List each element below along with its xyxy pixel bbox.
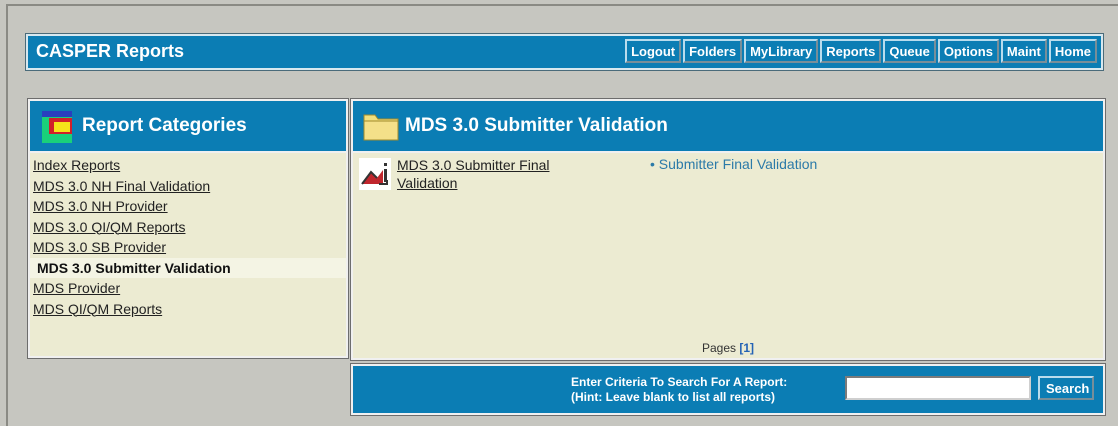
category-item-index-reports[interactable]: Index Reports: [30, 155, 346, 176]
report-icon: [359, 158, 391, 190]
nav-bar: Logout Folders MyLibrary Reports Queue O…: [625, 39, 1097, 63]
report-row: MDS 3.0 Submitter Final Validation • Sub…: [357, 156, 1097, 206]
nav-queue-button[interactable]: Queue: [883, 39, 936, 63]
category-item-mds30-nh-final-validation[interactable]: MDS 3.0 NH Final Validation: [30, 176, 346, 197]
search-prompt: Enter Criteria To Search For A Report:: [571, 375, 788, 389]
bullet-icon: •: [650, 156, 659, 172]
search-hint: (Hint: Leave blank to list all reports): [571, 390, 776, 404]
reports-panel-header: MDS 3.0 Submitter Validation: [353, 101, 1103, 153]
reports-panel: MDS 3.0 Submitter Validation MDS 3.0 Sub…: [350, 98, 1106, 361]
report-sub-link[interactable]: • Submitter Final Validation: [650, 156, 817, 172]
nav-home-button[interactable]: Home: [1048, 39, 1097, 63]
category-item-mds30-submitter-validation: MDS 3.0 Submitter Validation: [30, 257, 346, 278]
nav-mylibrary-button[interactable]: MyLibrary: [744, 39, 819, 63]
pagination: Pages [1]: [353, 341, 1103, 355]
category-item-mds-qiqm-reports[interactable]: MDS QI/QM Reports: [30, 299, 346, 320]
reports-panel-title: MDS 3.0 Submitter Validation: [405, 115, 668, 136]
category-item-mds30-sb-provider[interactable]: MDS 3.0 SB Provider: [30, 237, 346, 258]
report-categories-header: Report Categories: [30, 101, 346, 153]
app-title: CASPER Reports: [36, 41, 185, 61]
nav-options-button[interactable]: Options: [937, 39, 999, 63]
category-item-mds30-nh-provider[interactable]: MDS 3.0 NH Provider: [30, 196, 346, 217]
category-list: Index Reports MDS 3.0 NH Final Validatio…: [30, 153, 346, 319]
pages-label: Pages: [701, 341, 736, 355]
search-bar: Enter Criteria To Search For A Report: (…: [350, 363, 1106, 416]
page-number-link[interactable]: [1]: [739, 341, 754, 355]
report-sub-link-label[interactable]: Submitter Final Validation: [659, 156, 817, 172]
categories-folder-icon: [42, 111, 72, 143]
report-link[interactable]: MDS 3.0 Submitter Final Validation: [397, 156, 597, 192]
search-button[interactable]: Search: [1038, 376, 1094, 400]
nav-folders-button[interactable]: Folders: [683, 39, 743, 63]
nav-logout-button[interactable]: Logout: [625, 39, 682, 63]
folder-icon: [363, 114, 399, 141]
nav-reports-button[interactable]: Reports: [820, 39, 882, 63]
nav-maint-button[interactable]: Maint: [1000, 39, 1047, 63]
report-categories-title: Report Categories: [82, 115, 247, 136]
search-input[interactable]: [845, 376, 1031, 400]
top-bar: CASPER Reports Logout Folders MyLibrary …: [25, 33, 1104, 71]
category-item-mds-provider[interactable]: MDS Provider: [30, 278, 346, 299]
category-item-mds30-qiqm-reports[interactable]: MDS 3.0 QI/QM Reports: [30, 217, 346, 238]
search-instructions: Enter Criteria To Search For A Report: (…: [571, 375, 787, 405]
report-categories-panel: Report Categories Index Reports MDS 3.0 …: [27, 98, 349, 359]
